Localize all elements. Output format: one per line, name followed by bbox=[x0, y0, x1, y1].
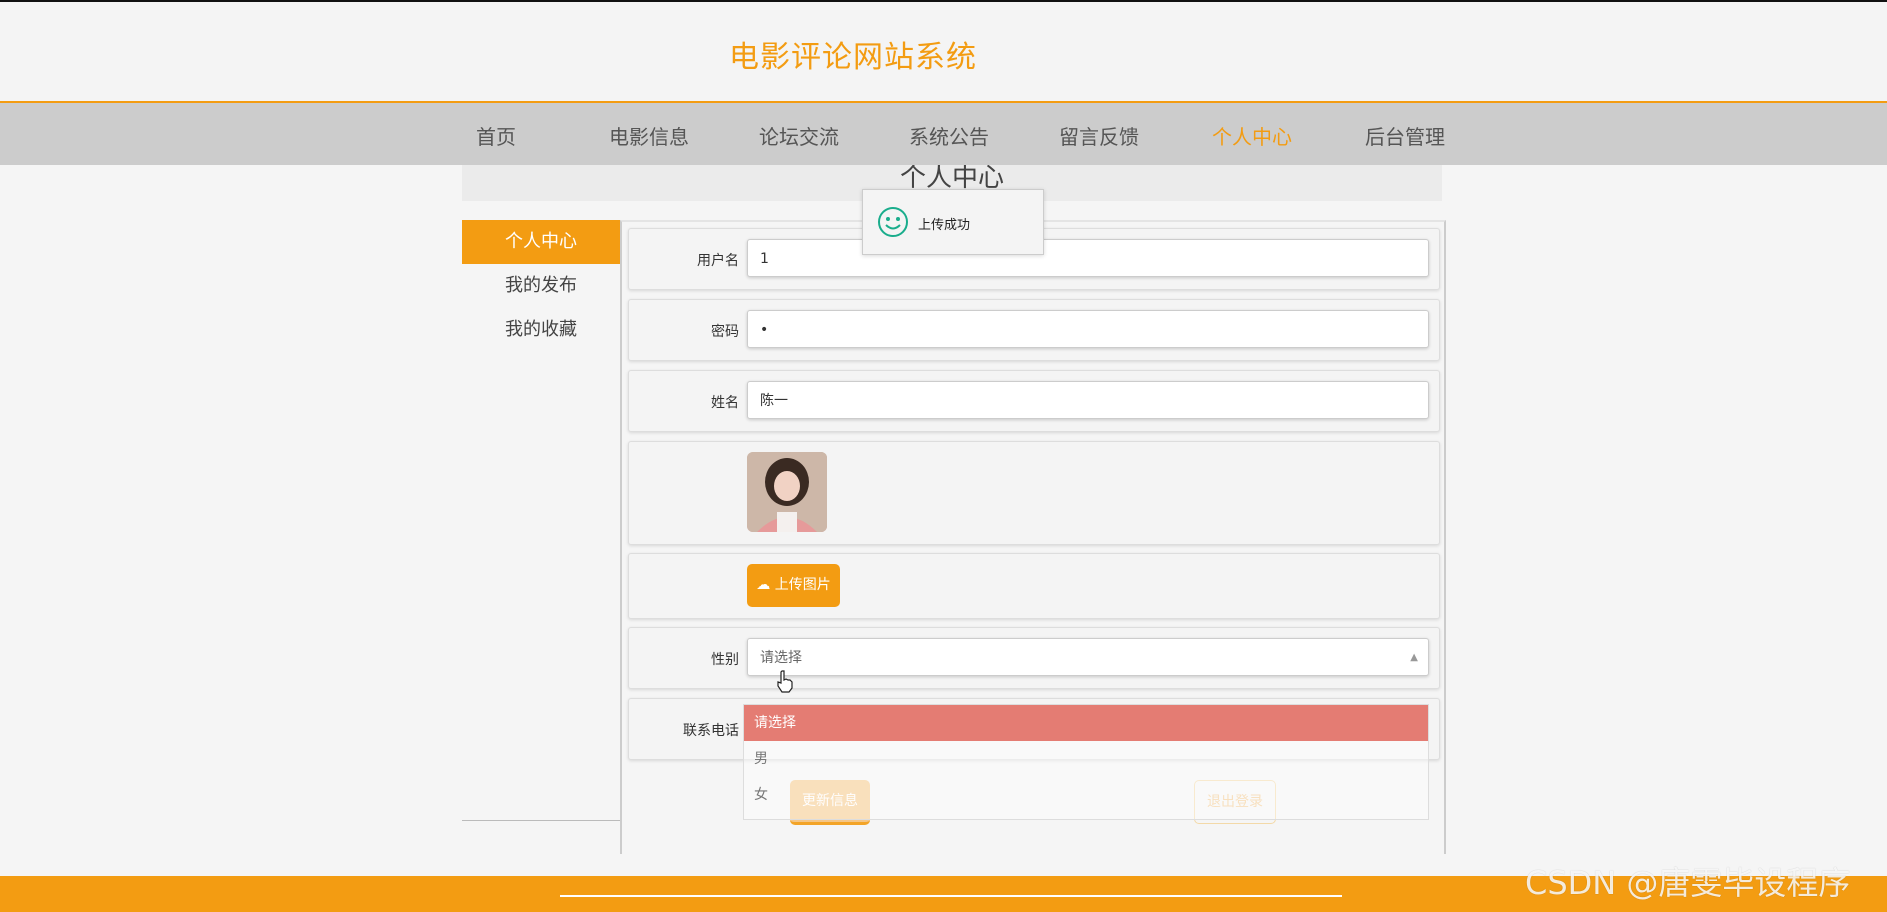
sidebar-item-my-posts[interactable]: 我的发布 bbox=[462, 264, 620, 308]
gender-option-placeholder[interactable]: 请选择 bbox=[744, 705, 1428, 741]
footer-divider bbox=[560, 895, 1342, 897]
sidebar-item-favorites[interactable]: 我的收藏 bbox=[462, 308, 620, 352]
phone-label: 联系电话 bbox=[683, 723, 739, 739]
form-row-upload: ☁ 上传图片 bbox=[628, 553, 1440, 619]
sidebar-item-profile[interactable]: 个人中心 bbox=[462, 220, 620, 264]
nav-item-announcements[interactable]: 系统公告 bbox=[909, 121, 989, 150]
form-row-gender: 性别 请选择 ▲ bbox=[628, 627, 1440, 689]
gender-label: 性别 bbox=[711, 652, 739, 668]
username-label: 用户名 bbox=[697, 253, 739, 269]
gender-select-value: 请选择 bbox=[760, 650, 802, 666]
main-nav: 首页 电影信息 论坛交流 系统公告 留言反馈 个人中心 后台管理 bbox=[0, 103, 1887, 165]
gender-select[interactable]: 请选择 ▲ bbox=[747, 638, 1429, 676]
gender-option-female[interactable]: 女 bbox=[744, 777, 1428, 813]
site-header: 电影评论网站系统 bbox=[0, 2, 1887, 103]
nav-item-profile[interactable]: 个人中心 bbox=[1212, 121, 1292, 150]
toast-message: 上传成功 bbox=[918, 218, 971, 233]
nav-item-movies[interactable]: 电影信息 bbox=[609, 121, 689, 150]
avatar-image-icon bbox=[747, 452, 827, 532]
name-label: 姓名 bbox=[711, 395, 739, 411]
upload-success-toast: 上传成功 bbox=[862, 189, 1044, 255]
password-input[interactable]: • bbox=[747, 310, 1429, 348]
cloud-upload-icon: ☁ bbox=[756, 577, 771, 593]
username-input[interactable]: 1 bbox=[747, 239, 1429, 277]
nav-item-feedback[interactable]: 留言反馈 bbox=[1059, 121, 1139, 150]
smiley-icon bbox=[878, 207, 908, 237]
name-input[interactable]: 陈一 bbox=[747, 381, 1429, 419]
hand-cursor-icon bbox=[777, 670, 793, 693]
sidebar: 个人中心 我的发布 我的收藏 bbox=[462, 220, 620, 821]
form-row-password: 密码 • bbox=[628, 299, 1440, 361]
form-row-name: 姓名 陈一 bbox=[628, 370, 1440, 432]
upload-image-button[interactable]: ☁ 上传图片 bbox=[747, 564, 840, 607]
form-row-avatar bbox=[628, 441, 1440, 545]
gender-option-male[interactable]: 男 bbox=[744, 741, 1428, 777]
password-label: 密码 bbox=[711, 324, 739, 340]
gender-dropdown-menu: 请选择 男 女 bbox=[743, 704, 1429, 820]
caret-up-icon: ▲ bbox=[1410, 652, 1418, 663]
nav-item-admin[interactable]: 后台管理 bbox=[1365, 121, 1445, 150]
nav-item-home[interactable]: 首页 bbox=[476, 121, 516, 150]
site-title: 电影评论网站系统 bbox=[729, 40, 977, 75]
upload-image-button-label: 上传图片 bbox=[774, 577, 831, 593]
nav-item-forum[interactable]: 论坛交流 bbox=[759, 121, 839, 150]
avatar bbox=[747, 452, 827, 532]
watermark: CSDN @唐雯毕设程序 bbox=[1525, 864, 1851, 902]
